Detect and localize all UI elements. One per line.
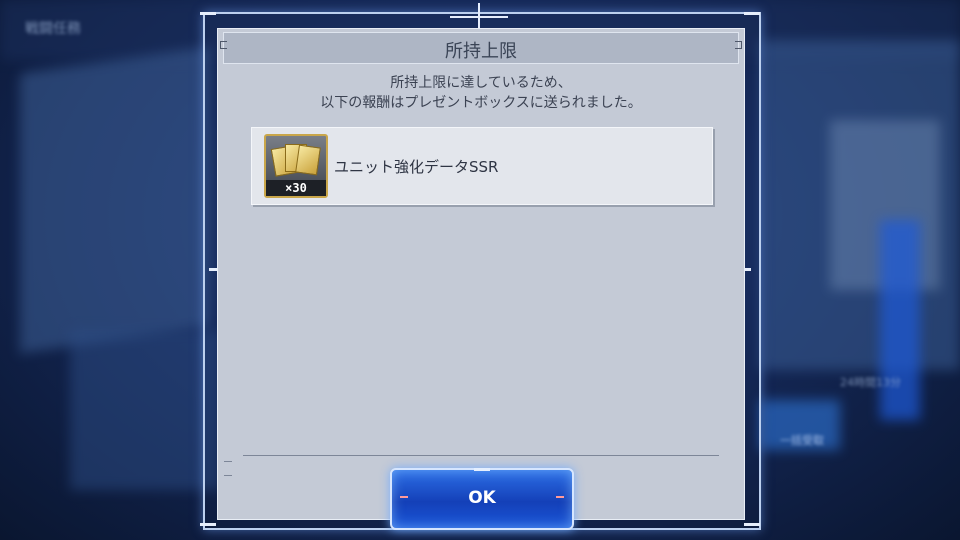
- item-name: ユニット強化データSSR: [334, 158, 499, 176]
- item-quantity: ×30: [266, 180, 326, 196]
- bg-left-panel: [20, 46, 210, 354]
- bg-left-lower-panel: [70, 330, 220, 490]
- button-top-mark: [474, 468, 490, 471]
- button-side-mark: [556, 496, 564, 498]
- frame-corner-tick: [200, 523, 216, 526]
- data-card-shape: [295, 144, 321, 176]
- button-side-mark: [400, 496, 408, 498]
- bg-label: 一括受取: [780, 434, 824, 447]
- reward-row: ×30 ユニット強化データSSR: [251, 127, 713, 205]
- frame-corner-tick: [744, 523, 760, 526]
- crosshair-mark: [450, 16, 508, 18]
- dialog-panel: 所持上限 所持上限に達しているため、 以下の報酬はプレゼントボックスに送られまし…: [217, 28, 745, 520]
- ok-button[interactable]: OK: [390, 468, 574, 530]
- message-line: 以下の報酬はプレゼントボックスに送られました。: [320, 95, 642, 111]
- bg-label: 24時間13分: [840, 376, 901, 389]
- deco-line: [224, 475, 232, 476]
- title-bar: 所持上限: [220, 32, 742, 64]
- bg-label: 戦闘任務: [25, 21, 81, 37]
- bottom-divider: [243, 455, 719, 456]
- dialog-title: 所持上限: [445, 41, 517, 62]
- dialog-message: 所持上限に達しているため、 以下の報酬はプレゼントボックスに送られました。: [218, 73, 744, 113]
- message-line: 所持上限に達しているため、: [390, 75, 572, 91]
- bg-right-bar: [880, 220, 920, 420]
- frame-corner-tick: [744, 12, 760, 15]
- frame-corner-tick: [200, 12, 216, 15]
- unit-data-ssr-icon: ×30: [264, 134, 328, 198]
- deco-line: [224, 461, 232, 462]
- ok-button-label: OK: [468, 488, 496, 508]
